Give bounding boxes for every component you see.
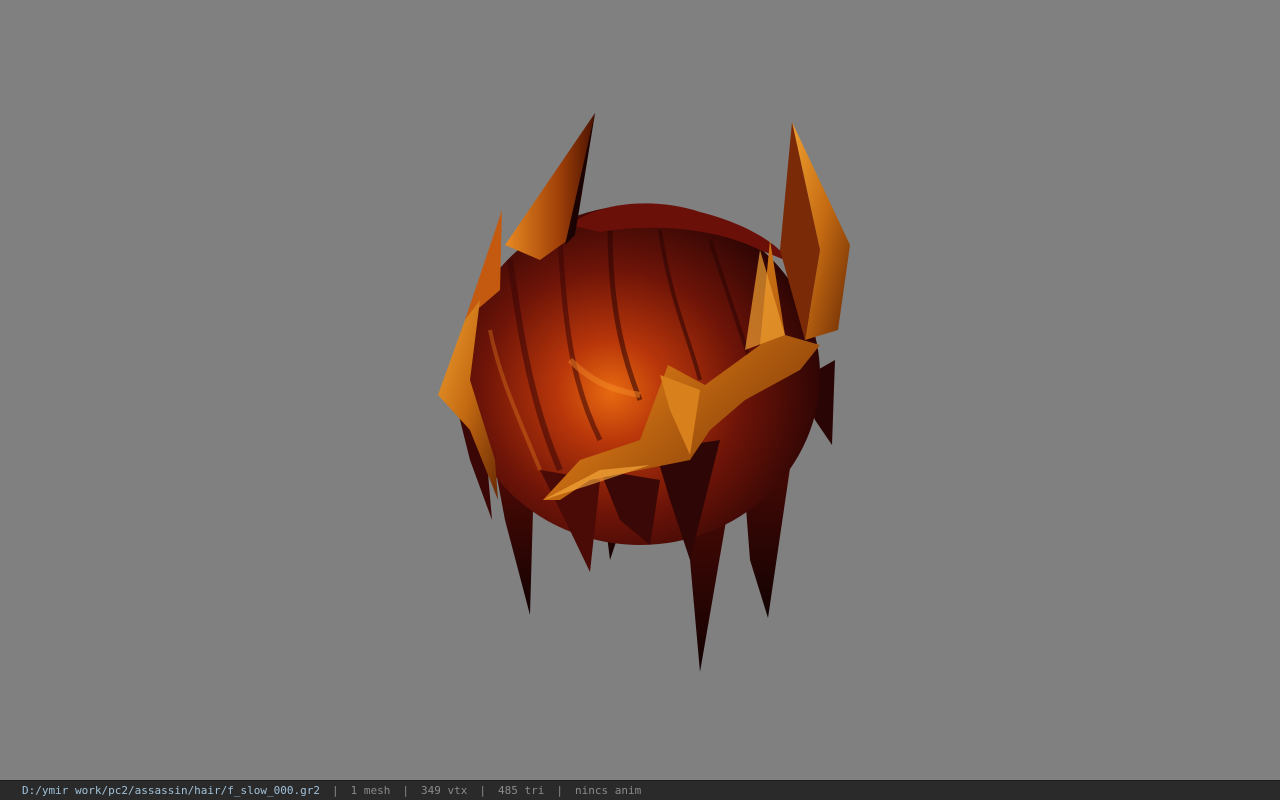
separator: | bbox=[556, 784, 563, 797]
vertex-count-label: 349 vtx bbox=[421, 784, 468, 797]
separator: | bbox=[332, 784, 339, 797]
animation-status-label: nincs anim bbox=[574, 784, 642, 797]
hair-model-render bbox=[438, 113, 850, 672]
3d-viewport[interactable] bbox=[0, 0, 1280, 780]
file-path-label: D:/ymir work/pc2/assassin/hair/f_slow_00… bbox=[22, 784, 321, 797]
separator: | bbox=[402, 784, 410, 797]
status-bar: D:/ymir work/pc2/assassin/hair/f_slow_00… bbox=[0, 780, 1280, 800]
mesh-count-label: 1 mesh bbox=[350, 784, 391, 797]
triangle-count-label: 485 tri bbox=[498, 784, 545, 797]
separator: | bbox=[479, 784, 486, 797]
